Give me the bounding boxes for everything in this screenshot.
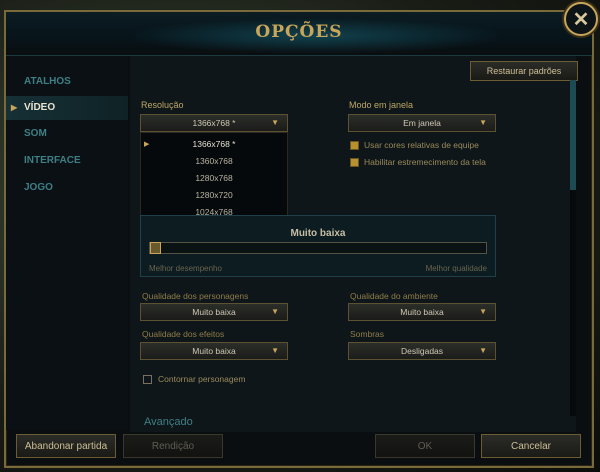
close-button[interactable]: ✕: [564, 2, 598, 36]
screen-shake-checkbox[interactable]: [350, 158, 359, 167]
resolution-option[interactable]: ▶ 1366x768 *: [141, 136, 287, 153]
sidebar-item-label: JOGO: [24, 182, 53, 193]
team-colors-label: Usar cores relativas de equipe: [364, 140, 479, 150]
sidebar-item-label: INTERFACE: [24, 155, 81, 166]
options-sidebar: ATALHOS ▶ VÍDEO SOM INTERFACE JOGO: [6, 56, 128, 430]
character-quality-dropdown[interactable]: Muito baixa ▼: [140, 303, 288, 321]
preset-value-label: Muito baixa: [290, 228, 346, 239]
resolution-selected: 1366x768 *: [192, 118, 236, 128]
window-mode-dropdown[interactable]: Em janela ▼: [348, 114, 496, 132]
character-quality-label: Qualidade dos personagens: [142, 291, 249, 301]
scrollbar-thumb[interactable]: [570, 80, 576, 190]
effects-quality-dropdown[interactable]: Muito baixa ▼: [140, 342, 288, 360]
window-title: OPÇÕES: [255, 22, 343, 42]
ok-button[interactable]: OK: [375, 434, 475, 458]
best-performance-caption: Melhor desempenho: [149, 264, 222, 273]
sidebar-item-video[interactable]: ▶ VÍDEO: [6, 96, 128, 120]
sidebar-item-interface[interactable]: INTERFACE: [6, 149, 128, 173]
chevron-down-icon: ▼: [271, 346, 279, 355]
graphics-preset-panel: Muito baixa Melhor desempenho Melhor qua…: [140, 215, 496, 277]
sidebar-item-game[interactable]: JOGO: [6, 176, 128, 200]
shadows-label: Sombras: [350, 329, 385, 339]
chevron-down-icon: ▼: [479, 118, 487, 127]
team-colors-checkbox[interactable]: [350, 141, 359, 150]
sidebar-item-hotkeys[interactable]: ATALHOS: [6, 70, 128, 94]
close-icon: ✕: [572, 8, 590, 31]
settings-scrollbar[interactable]: [570, 80, 576, 416]
chevron-down-icon: ▼: [479, 307, 487, 316]
chevron-right-icon: ▶: [11, 103, 18, 112]
resolution-option[interactable]: 1280x720: [141, 187, 287, 204]
surrender-button[interactable]: Rendição: [123, 434, 223, 458]
window-mode-label: Modo em janela: [349, 100, 414, 110]
chevron-right-icon: ▶: [144, 141, 150, 148]
sidebar-item-label: ATALHOS: [24, 76, 71, 87]
chevron-down-icon: ▼: [479, 346, 487, 355]
cancel-button[interactable]: Cancelar: [481, 434, 581, 458]
resolution-option[interactable]: 1280x768: [141, 170, 287, 187]
window-mode-selected: Em janela: [403, 118, 441, 128]
best-quality-caption: Melhor qualidade: [425, 264, 487, 273]
sidebar-item-label: SOM: [24, 128, 47, 139]
screen-shake-label: Habilitar estremecimento da tela: [364, 157, 486, 167]
resolution-label: Resolução: [141, 100, 184, 110]
resolution-options-list: ▶ 1366x768 * 1360x768 1280x768 1280x720 …: [140, 132, 288, 222]
window-header: OPÇÕES: [6, 12, 592, 56]
resolution-option[interactable]: 1360x768: [141, 153, 287, 170]
sidebar-item-sound[interactable]: SOM: [6, 122, 128, 146]
resolution-dropdown[interactable]: 1366x768 * ▼: [140, 114, 288, 132]
outline-character-label: Contornar personagem: [158, 374, 246, 384]
chevron-down-icon: ▼: [271, 307, 279, 316]
abandon-match-button[interactable]: Abandonar partida: [16, 434, 116, 458]
outline-character-checkbox[interactable]: [143, 375, 152, 384]
advanced-section-heading: Avançado: [144, 416, 193, 428]
environment-quality-dropdown[interactable]: Muito baixa ▼: [348, 303, 496, 321]
chevron-down-icon: ▼: [271, 118, 279, 127]
shadows-dropdown[interactable]: Desligadas ▼: [348, 342, 496, 360]
effects-quality-label: Qualidade dos efeitos: [142, 329, 225, 339]
graphics-preset-slider[interactable]: [149, 242, 487, 254]
environment-quality-label: Qualidade do ambiente: [350, 291, 438, 301]
sidebar-item-label: VÍDEO: [24, 102, 56, 113]
slider-handle[interactable]: [150, 242, 161, 254]
restore-defaults-button[interactable]: Restaurar padrões: [470, 61, 578, 81]
